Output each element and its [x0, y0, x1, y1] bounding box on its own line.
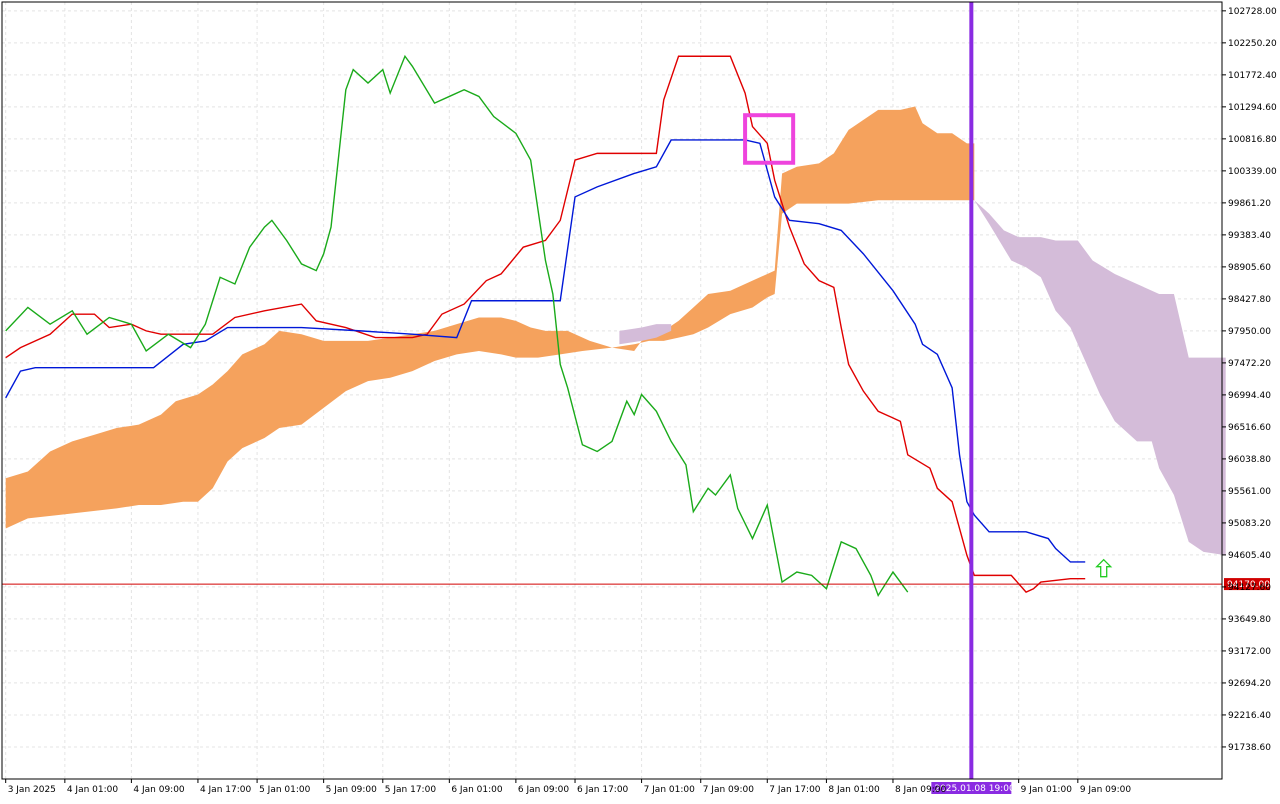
price-tick-label: 96994.40 [1228, 391, 1271, 401]
time-tick-label: 6 Jan 17:00 [577, 785, 629, 795]
time-tick-label: 9 Jan 09:00 [1080, 785, 1132, 795]
time-tick-label: 7 Jan 09:00 [703, 785, 755, 795]
time-tick-label: 4 Jan 01:00 [67, 785, 119, 795]
price-tick-label: 93649.80 [1228, 615, 1271, 625]
time-tick-label: 9 Jan 01:00 [1021, 785, 1073, 795]
price-tick-label: 93172.00 [1228, 647, 1271, 657]
time-tick-label: 3 Jan 2025 [8, 785, 56, 795]
time-tick-label: 7 Jan 17:00 [769, 785, 821, 795]
time-marker-label: 2025.01.08 19:00 [934, 784, 1015, 794]
price-tick-label: 99861.20 [1228, 199, 1271, 209]
time-tick-label: 6 Jan 09:00 [518, 785, 570, 795]
time-tick-label: 4 Jan 17:00 [200, 785, 252, 795]
time-tick-label: 7 Jan 01:00 [644, 785, 696, 795]
time-tick-label: 8 Jan 09:00 [895, 785, 947, 795]
time-tick-label: 6 Jan 01:00 [451, 785, 503, 795]
price-tick-label: 97950.00 [1228, 327, 1271, 337]
price-tick-label: 92216.40 [1228, 711, 1271, 721]
price-tick-label: 102728.00 [1228, 7, 1277, 17]
time-tick-label: 8 Jan 01:00 [828, 785, 880, 795]
price-chart[interactable]: 94170.00 2025.01.08 19:00 102728.00 102250… [0, 0, 1280, 800]
price-tick-label: 94605.40 [1228, 551, 1271, 561]
price-tick-label: 100816.80 [1228, 135, 1277, 145]
price-tick-label: 95083.20 [1228, 519, 1271, 529]
price-tick-label: 100339.00 [1228, 167, 1277, 177]
price-tick-label: 96038.80 [1228, 455, 1271, 465]
price-tick-label: 96516.60 [1228, 423, 1271, 433]
time-tick-label: 5 Jan 09:00 [326, 785, 378, 795]
price-tick-label: 99383.40 [1228, 231, 1271, 241]
price-tick-label: 98905.60 [1228, 263, 1271, 273]
time-tick-label: 5 Jan 01:00 [259, 785, 311, 795]
price-tick-label: 101772.40 [1228, 71, 1277, 81]
price-tick-label: 94127.60 [1228, 583, 1271, 593]
price-tick-label: 101294.60 [1228, 103, 1277, 113]
chart-canvas[interactable]: 94170.002025.01.08 19:00 102728.00102250… [0, 0, 1280, 800]
price-tick-label: 98427.80 [1228, 295, 1271, 305]
price-tick-label: 97472.20 [1228, 359, 1271, 369]
price-tick-label: 91738.60 [1228, 743, 1271, 753]
time-tick-label: 4 Jan 09:00 [133, 785, 185, 795]
price-tick-label: 95561.00 [1228, 487, 1271, 497]
price-tick-label: 92694.20 [1228, 679, 1271, 689]
price-tick-label: 102250.20 [1228, 39, 1277, 49]
time-tick-label: 5 Jan 17:00 [385, 785, 437, 795]
